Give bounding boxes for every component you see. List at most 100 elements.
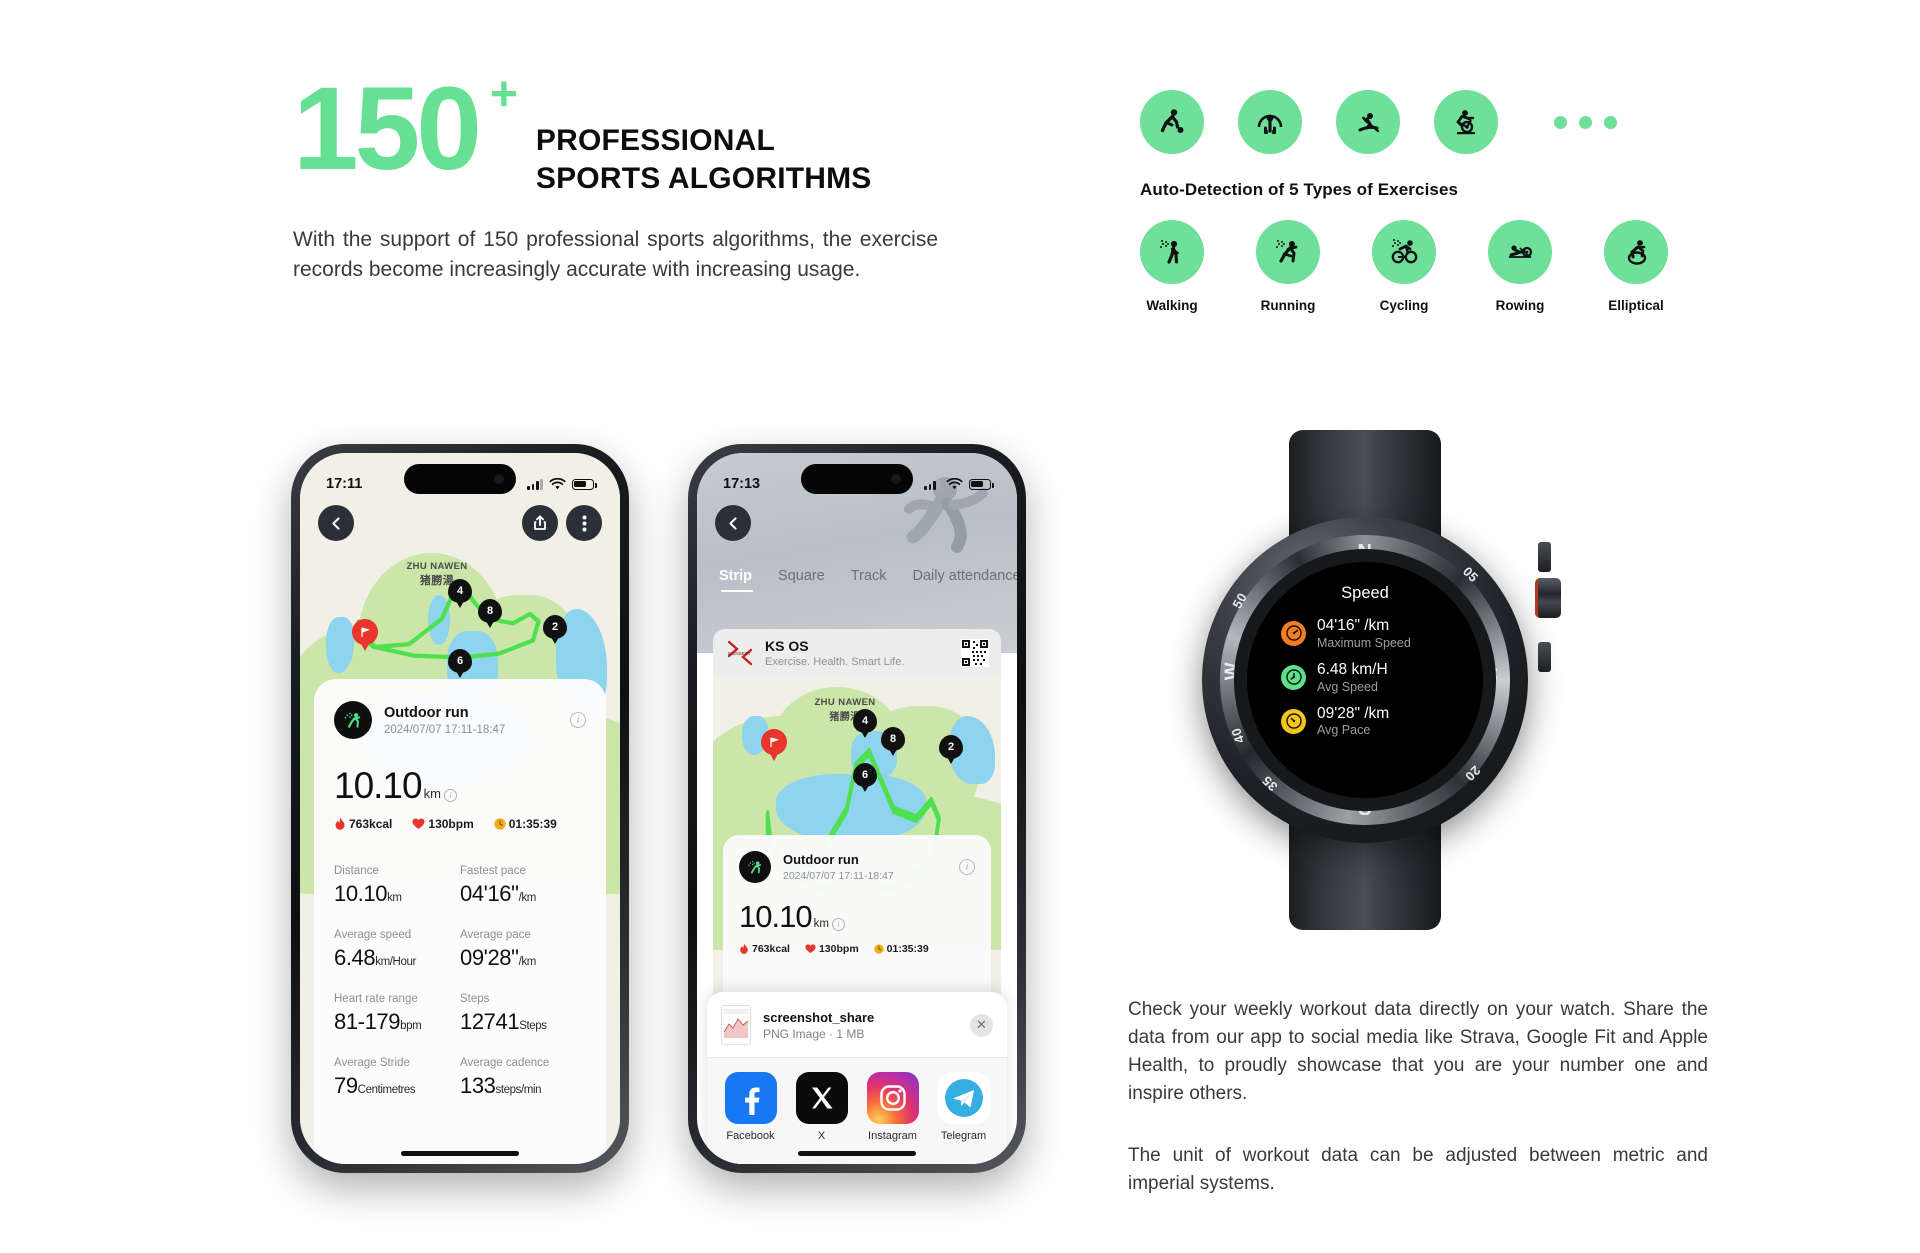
stat-label: Fastest pace — [460, 865, 526, 877]
map-marker[interactable]: 6 — [448, 649, 472, 673]
watch-metric-value: 04'16" /km — [1317, 617, 1390, 634]
back-button[interactable] — [715, 505, 751, 541]
workout-datetime: 2024/07/07 17:11-18:47 — [783, 870, 894, 883]
exercise-item-running: Running — [1256, 220, 1320, 313]
map-marker[interactable]: 2 — [543, 615, 567, 639]
watch-metric-text: 6.48 km/H Avg Speed — [1317, 661, 1388, 694]
info-icon[interactable]: i — [959, 859, 975, 875]
exercise-item-walking: Walking — [1140, 220, 1204, 313]
close-icon[interactable]: ✕ — [970, 1013, 993, 1037]
share-file-name: screenshot_share — [763, 1009, 875, 1025]
watch-crown[interactable] — [1535, 578, 1561, 618]
watch-side-button-bottom[interactable] — [1538, 642, 1551, 672]
facebook-icon — [724, 1072, 777, 1124]
more-sports-dots[interactable] — [1554, 115, 1617, 129]
calories-chip: 763kcal — [739, 943, 790, 955]
instagram-icon — [866, 1072, 919, 1124]
share-file-text: screenshot_share PNG Image · 1 MB — [763, 1010, 874, 1041]
share-target-facebook[interactable]: Facebook — [719, 1072, 783, 1142]
telegram-icon — [937, 1072, 990, 1124]
share-target-instagram[interactable]: Instagram — [861, 1072, 925, 1142]
home-indicator — [401, 1151, 519, 1156]
big-number-plus: + — [489, 68, 518, 121]
wifi-icon — [549, 477, 566, 489]
phone1-screen: ZHU NAWEN 猪朥湯 4 8 2 6 17:11 Outdoor run … — [300, 453, 620, 1164]
title-line-2: SPORTS ALGORITHMS — [535, 162, 872, 196]
share-target-x[interactable]: X — [790, 1072, 854, 1142]
map-marker[interactable]: 2 — [939, 735, 963, 759]
distance-info-icon[interactable]: i — [831, 918, 845, 931]
soccer-icon — [1140, 90, 1204, 154]
distance-info-icon[interactable]: i — [443, 789, 457, 802]
stat-cell: Fastest pace 04'16"/km — [460, 865, 586, 907]
primary-distance-unit: km — [423, 786, 441, 801]
flame-icon — [740, 943, 748, 954]
title-line-1: PROFESSIONAL — [535, 124, 775, 157]
title-block: PROFESSIONAL SPORTS ALGORITHMS — [536, 122, 872, 199]
tab-square[interactable]: Square — [778, 568, 825, 594]
stat-value: 6.48km/Hour — [334, 945, 416, 970]
exercise-item-rowing: Rowing — [1488, 220, 1552, 313]
back-button[interactable] — [318, 505, 354, 541]
running-icon — [1256, 220, 1320, 284]
share-target-label: X — [817, 1130, 826, 1142]
x-icon — [795, 1072, 848, 1124]
primary-distance-value: 10.10 — [334, 765, 423, 806]
phone-mockup-1: ZHU NAWEN 猪朥湯 4 8 2 6 17:11 Outdoor run … — [291, 444, 629, 1173]
smartwatch-mockup: N 05 10 20 S 35 40 50 W Speed 04'16" /km… — [1175, 430, 1561, 930]
map-marker[interactable]: 6 — [853, 763, 877, 787]
map-start-marker[interactable] — [352, 619, 378, 645]
heartrate-chip: 130bpm — [805, 943, 859, 955]
share-app-list: Facebook X Instagram Telegram — [707, 1057, 1007, 1164]
watch-screen[interactable]: Speed 04'16" /km Maximum Speed 6.48 km/H… — [1247, 562, 1483, 798]
exercise-item-elliptical: Elliptical — [1604, 220, 1668, 313]
map-start-marker[interactable] — [761, 729, 787, 755]
tab-daily-attendance[interactable]: Daily attendance — [913, 568, 1017, 594]
map-marker[interactable]: 8 — [478, 599, 502, 623]
map-marker[interactable]: 4 — [448, 579, 472, 603]
workout-card-titles: Outdoor run 2024/07/07 17:11-18:47 — [384, 704, 505, 736]
cellular-signal-icon — [924, 478, 940, 490]
stat-cell: Distance 10.10km — [334, 865, 460, 907]
workout-summary-chips: 763kcal 130bpm 01:35:39 — [739, 943, 975, 955]
cellular-signal-icon — [527, 478, 543, 490]
share-sheet: screenshot_share PNG Image · 1 MB ✕ Face… — [707, 992, 1007, 1164]
info-icon[interactable]: i — [570, 712, 586, 728]
watch-metric-value: 6.48 km/H — [1317, 660, 1388, 678]
primary-distance: 10.10 km i — [334, 765, 586, 807]
tab-strip[interactable]: Strip — [719, 568, 754, 594]
big-number: 150 + — [293, 70, 518, 188]
headline-row: 150 + PROFESSIONAL SPORTS ALGORITHMS — [293, 70, 953, 199]
workout-stats-grid: Distance 10.10km Fastest pace 04'16"/km Av… — [334, 865, 586, 1099]
primary-distance-value: 10.10 — [739, 899, 813, 934]
right-paragraph-1: Check your weekly workout data directly … — [1128, 999, 1708, 1104]
exercise-icon-row: Walking Running Cycling Rowing Elliptica… — [1140, 220, 1760, 313]
map-marker[interactable]: 4 — [853, 709, 877, 733]
clock-icon — [873, 944, 884, 954]
watch-side-button-top[interactable] — [1538, 542, 1551, 572]
tab-track[interactable]: Track — [851, 568, 887, 594]
stat-label: Average Stride — [334, 1057, 410, 1069]
phone2-notch — [801, 464, 913, 494]
phone2-screen: 17:13 Strip Square Track Daily attendanc… — [697, 453, 1017, 1164]
duration-chip: 01:35:39 — [873, 943, 929, 955]
stat-cell: Average cadence 133steps/min — [460, 1057, 586, 1099]
kebab-menu-icon — [582, 515, 586, 531]
front-camera-icon — [494, 474, 504, 484]
more-options-button[interactable] — [566, 505, 602, 541]
share-button[interactable] — [522, 505, 558, 541]
workout-card-header: Outdoor run 2024/07/07 17:11-18:47 i — [739, 851, 975, 883]
stat-value: 81-179bpm — [334, 1009, 422, 1034]
phone1-time: 17:11 — [326, 476, 363, 492]
elliptical-icon — [1604, 220, 1668, 284]
share-target-telegram[interactable]: Telegram — [932, 1072, 996, 1142]
stat-value: 10.10km — [334, 881, 402, 906]
clock-icon — [494, 818, 506, 830]
spinning-bike-icon — [1434, 90, 1498, 154]
right-paragraph-2: The unit of workout data can be adjusted… — [1128, 1144, 1708, 1194]
cycling-icon — [1372, 220, 1436, 284]
primary-distance-unit: km — [813, 918, 829, 930]
qr-code-icon[interactable] — [961, 639, 989, 667]
brand-card: KIENSEST KS OS Exercise. Health. Smart L… — [713, 629, 1001, 677]
map-marker[interactable]: 8 — [881, 727, 905, 751]
